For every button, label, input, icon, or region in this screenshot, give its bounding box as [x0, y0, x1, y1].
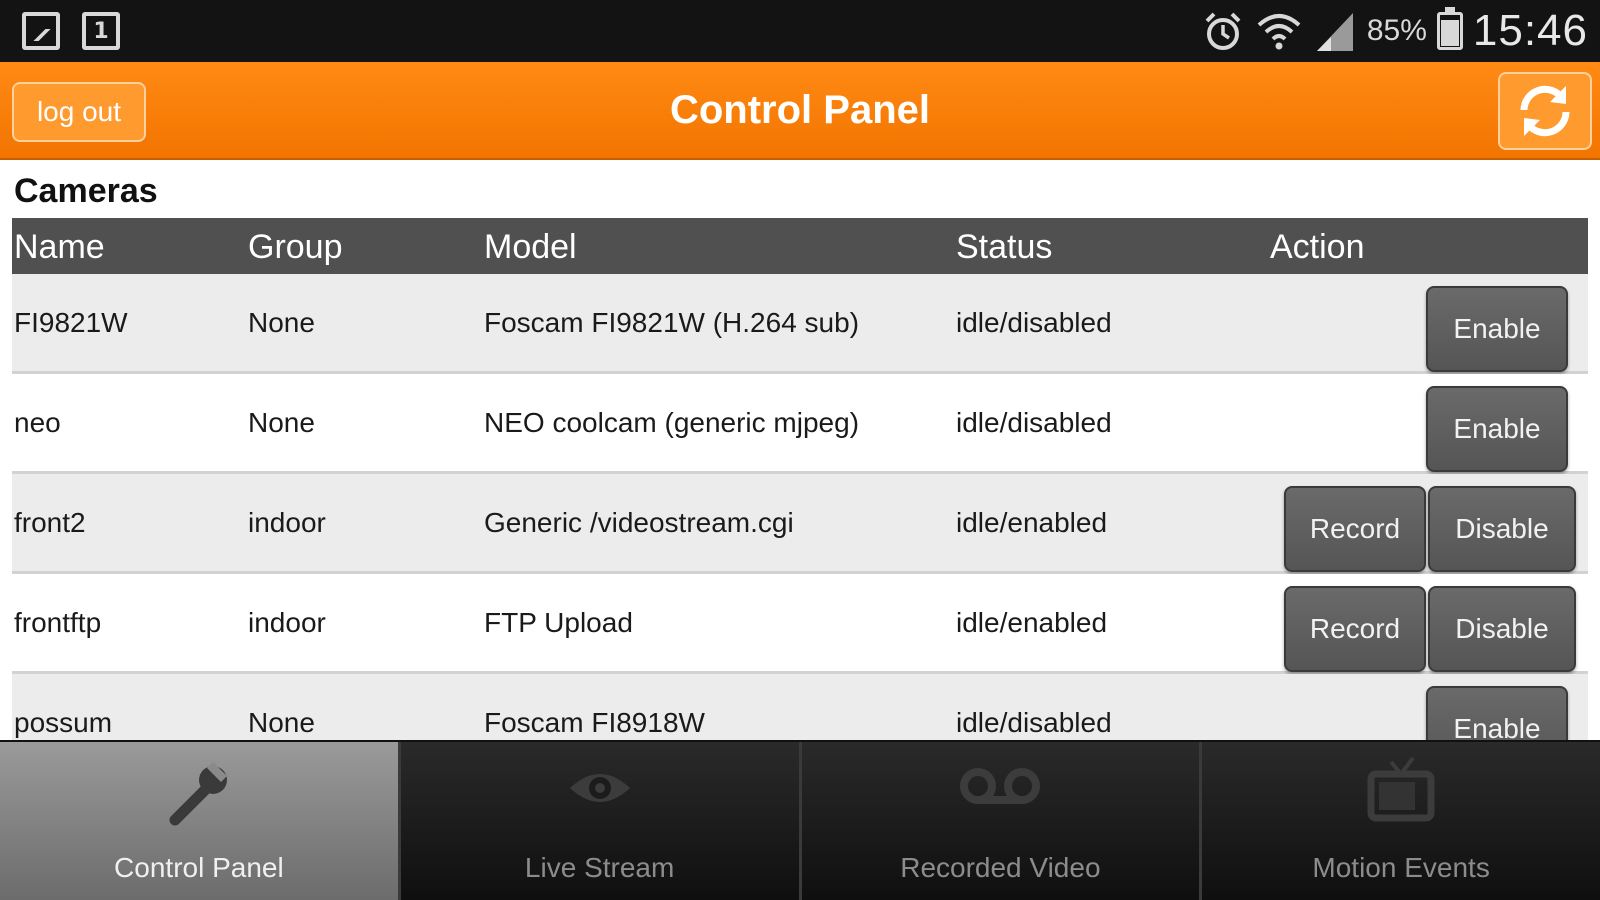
action-bar: log out Control Panel [0, 62, 1600, 160]
disable-button[interactable]: Disable [1428, 486, 1576, 572]
row-actions: Record Disable [1284, 486, 1576, 572]
table-body: FI9821W None Foscam FI9821W (H.264 sub) … [12, 274, 1588, 774]
camera-name: neo [14, 406, 61, 438]
camera-group: None [248, 406, 315, 438]
header-name: Name [14, 228, 105, 266]
camera-group: indoor [248, 606, 326, 638]
camera-group: None [248, 306, 315, 338]
tab-label: Live Stream [524, 852, 675, 883]
table-row: front2 indoor Generic /videostream.cgi i… [12, 474, 1588, 574]
voicemail-tape-icon [802, 754, 1200, 830]
bottom-tab-bar: Control Panel Live Stream Recorded Video [0, 740, 1600, 900]
system-status: 85% 15:46 [1201, 4, 1588, 58]
logout-button[interactable]: log out [12, 82, 146, 142]
row-actions: Record Disable [1284, 586, 1576, 672]
cell-signal-icon [1316, 13, 1353, 51]
camera-model: FTP Upload [484, 606, 633, 638]
record-button[interactable]: Record [1284, 586, 1426, 672]
row-actions: Enable [1426, 386, 1568, 472]
battery-icon [1436, 7, 1463, 50]
header-action: Action [1270, 228, 1365, 266]
header-group: Group [248, 228, 343, 266]
tv-icon [1202, 754, 1600, 830]
camera-status: idle/disabled [956, 406, 1112, 438]
enable-button[interactable]: Enable [1426, 386, 1568, 472]
section-title-cameras: Cameras [14, 172, 158, 210]
tab-recorded-video[interactable]: Recorded Video [801, 742, 1203, 900]
camera-group: None [248, 706, 315, 738]
camera-status: idle/enabled [956, 506, 1108, 538]
tab-label: Control Panel [114, 852, 284, 883]
tab-control-panel[interactable]: Control Panel [0, 742, 401, 900]
camera-status: idle/enabled [956, 606, 1108, 638]
tab-live-stream[interactable]: Live Stream [400, 742, 802, 900]
notification-icons: 1 [22, 12, 120, 50]
record-button[interactable]: Record [1284, 486, 1426, 572]
wifi-icon [1257, 14, 1301, 50]
disable-button[interactable]: Disable [1428, 586, 1576, 672]
clock: 15:46 [1472, 6, 1588, 55]
tab-label: Recorded Video [900, 852, 1101, 883]
refresh-icon [1520, 85, 1570, 137]
page-title: Control Panel [669, 88, 931, 132]
battery-percent: 85% [1366, 14, 1427, 47]
cameras-table: Name Group Model Status Action FI9821W N… [12, 218, 1588, 774]
camera-group: indoor [248, 506, 326, 538]
wrench-icon [0, 754, 398, 830]
refresh-button[interactable] [1498, 72, 1592, 150]
header-status: Status [956, 228, 1053, 266]
camera-model: NEO coolcam (generic mjpeg) [484, 406, 860, 438]
camera-name: front2 [14, 506, 86, 538]
picture-notification-icon [22, 12, 60, 50]
eye-icon [401, 754, 799, 830]
tab-motion-events[interactable]: Motion Events [1202, 742, 1600, 900]
header-model: Model [484, 228, 577, 266]
camera-model: Foscam FI8918W [484, 706, 705, 738]
camera-name: possum [14, 706, 113, 738]
camera-status: idle/disabled [956, 306, 1112, 338]
table-row: frontftp indoor FTP Upload idle/enabled … [12, 574, 1588, 674]
table-row: neo None NEO coolcam (generic mjpeg) idl… [12, 374, 1588, 474]
camera-name: FI9821W [14, 306, 128, 338]
camera-model: Generic /videostream.cgi [484, 506, 794, 538]
tab-label: Motion Events [1312, 852, 1490, 883]
camera-name: frontftp [14, 606, 102, 638]
camera-model: Foscam FI9821W (H.264 sub) [484, 306, 860, 338]
row-actions: Enable [1426, 286, 1568, 372]
alarm-clock-icon [1205, 12, 1241, 50]
table-header: Name Group Model Status Action [12, 218, 1588, 274]
camera-status: idle/disabled [956, 706, 1112, 738]
table-row: FI9821W None Foscam FI9821W (H.264 sub) … [12, 274, 1588, 374]
enable-button[interactable]: Enable [1426, 286, 1568, 372]
status-bar: 1 85% 15:46 [0, 0, 1600, 62]
calendar-notification-icon: 1 [82, 12, 120, 50]
